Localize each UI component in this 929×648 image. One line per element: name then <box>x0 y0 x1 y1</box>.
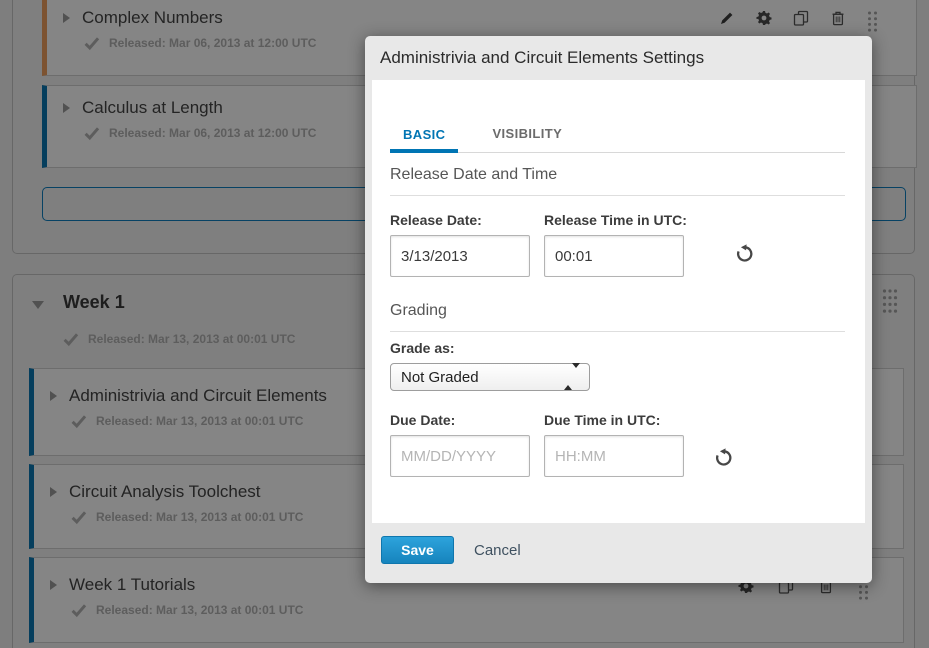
release-time-label: Release Time in UTC: <box>544 212 684 228</box>
cancel-link[interactable]: Cancel <box>474 542 521 559</box>
grade-as-label: Grade as: <box>390 340 455 356</box>
modal-footer: Save Cancel <box>381 536 521 564</box>
due-date-input[interactable] <box>390 435 530 477</box>
release-fields: Release Date: Release Time in UTC: <box>390 212 684 277</box>
grade-select[interactable]: Not Graded <box>390 363 590 391</box>
save-button[interactable]: Save <box>381 536 454 564</box>
reset-icon[interactable] <box>735 244 755 264</box>
tab-visibility[interactable]: VISIBILITY <box>479 126 575 152</box>
settings-modal: Administrivia and Circuit Elements Setti… <box>365 36 872 583</box>
due-date-label: Due Date: <box>390 412 530 428</box>
chevron-up-down-icon <box>564 368 580 386</box>
modal-tabs: BASIC VISIBILITY <box>390 126 845 153</box>
release-time-input[interactable] <box>544 235 684 277</box>
tab-basic[interactable]: BASIC <box>390 127 458 153</box>
grading-section-heading: Grading <box>390 302 845 332</box>
due-time-field-group: Due Time in UTC: <box>544 412 684 477</box>
release-date-label: Release Date: <box>390 212 530 228</box>
course-outline-page: Complex Numbers Released: Mar 06, 2013 a… <box>0 0 929 648</box>
reset-icon[interactable] <box>714 448 734 468</box>
due-fields: Due Date: Due Time in UTC: <box>390 412 684 477</box>
due-time-input[interactable] <box>544 435 684 477</box>
release-time-field-group: Release Time in UTC: <box>544 212 684 277</box>
modal-title: Administrivia and Circuit Elements Setti… <box>380 48 704 68</box>
release-date-input[interactable] <box>390 235 530 277</box>
release-date-field-group: Release Date: <box>390 212 530 277</box>
grade-select-value: Not Graded <box>401 369 479 386</box>
modal-body: BASIC VISIBILITY Release Date and Time R… <box>372 80 865 523</box>
due-time-label: Due Time in UTC: <box>544 412 684 428</box>
release-section-heading: Release Date and Time <box>390 166 845 196</box>
due-date-field-group: Due Date: <box>390 412 530 477</box>
